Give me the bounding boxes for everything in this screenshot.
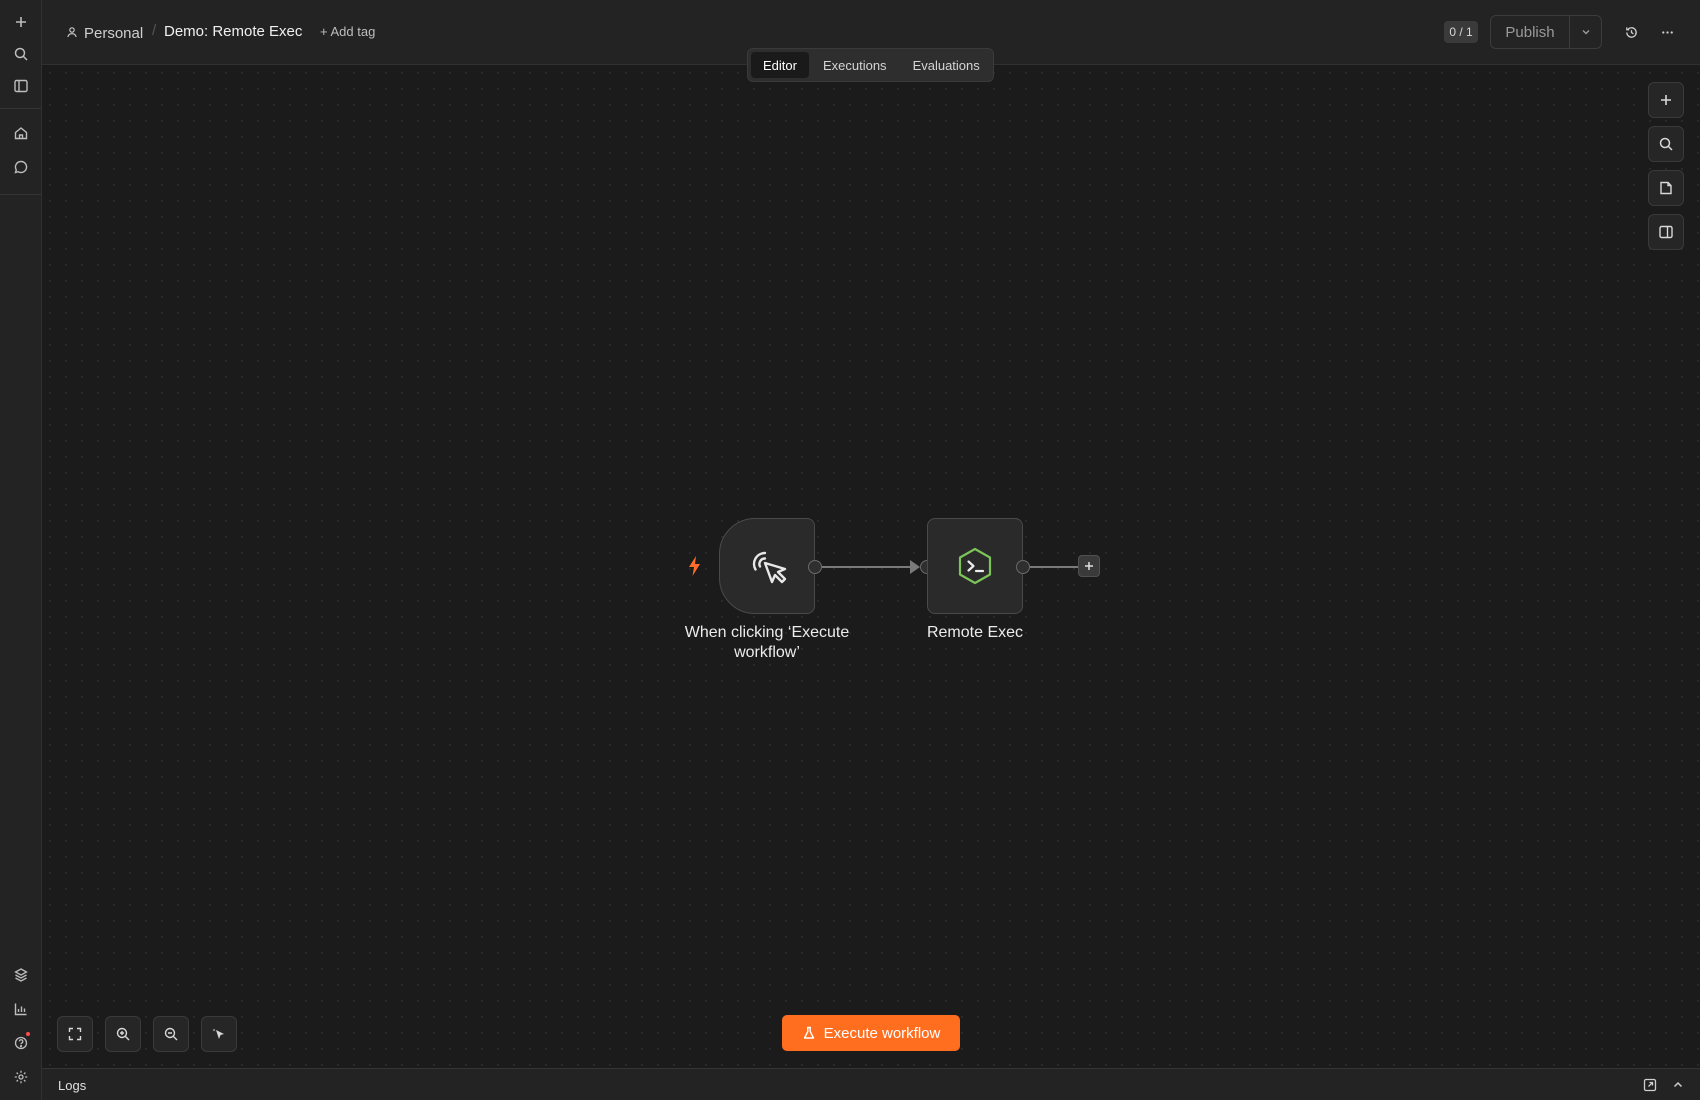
execute-workflow-label: Execute workflow (823, 1024, 941, 1042)
zoom-out-icon (164, 1027, 178, 1041)
search-nodes-button[interactable] (1648, 126, 1684, 162)
chevron-down-icon (1582, 30, 1589, 35)
workflow-canvas[interactable]: When clicking ‘Execute workflow’ Remote … (42, 65, 1700, 1068)
add-next-node-button[interactable] (1078, 555, 1100, 577)
workflow-editor: Personal / Demo: Remote Exec + Add tag 0… (0, 0, 1700, 1100)
breadcrumb-project[interactable]: Personal (66, 21, 143, 45)
toggle-sidebar-icon[interactable] (6, 71, 35, 100)
active-counter-badge: 0 / 1 (1444, 21, 1478, 43)
sticky-note-icon (1660, 181, 1672, 195)
open-connection-line (1030, 566, 1078, 568)
connection-line[interactable] (822, 566, 918, 568)
help-icon[interactable] (6, 1028, 35, 1057)
flask-icon (803, 1026, 814, 1039)
settings-gear-icon[interactable] (6, 1062, 35, 1091)
node-label-trigger: When clicking ‘Execute workflow’ (684, 624, 850, 661)
publish-options-button[interactable] (1569, 16, 1601, 48)
templates-icon[interactable] (6, 960, 35, 989)
tab-evaluations[interactable]: Evaluations (901, 52, 992, 78)
execute-workflow-button[interactable]: Execute workflow (782, 1015, 960, 1051)
user-icon (66, 25, 78, 42)
search-icon (1659, 137, 1673, 151)
zoom-out-button[interactable] (153, 1016, 189, 1052)
magic-cursor-icon (212, 1028, 224, 1039)
view-tabs: Editor Executions Evaluations (747, 48, 994, 82)
toggle-panel-button[interactable] (1648, 214, 1684, 250)
trigger-bolt-icon (686, 555, 704, 582)
project-name: Personal (84, 24, 144, 42)
chevron-up-icon[interactable] (1670, 1077, 1686, 1093)
pop-out-icon[interactable] (1642, 1077, 1658, 1093)
chat-icon[interactable] (6, 152, 35, 181)
node-remote-exec[interactable] (927, 518, 1023, 614)
node-label-exec: Remote Exec (926, 624, 1024, 641)
panel-right-icon (1659, 225, 1673, 239)
tab-editor[interactable]: Editor (751, 52, 809, 78)
logs-panel-bar[interactable]: Logs (42, 1068, 1700, 1100)
search-icon[interactable] (6, 39, 35, 68)
home-icon[interactable] (6, 118, 35, 147)
tab-executions[interactable]: Executions (811, 52, 899, 78)
create-icon[interactable] (6, 7, 35, 36)
cursor-click-icon (752, 551, 787, 584)
workflow-title[interactable]: Demo: Remote Exec (164, 23, 302, 40)
breadcrumb-separator: / (152, 22, 157, 39)
publish-button[interactable]: Publish (1491, 16, 1569, 48)
fullscreen-icon (68, 1027, 82, 1041)
logs-title: Logs (58, 1078, 87, 1093)
plus-icon (1085, 562, 1093, 570)
fit-view-button[interactable] (57, 1016, 93, 1052)
tidy-up-button[interactable] (201, 1016, 237, 1052)
output-handle-exec[interactable] (1016, 560, 1030, 574)
zoom-in-icon (116, 1027, 130, 1041)
left-sidebar (0, 0, 42, 1100)
node-manual-trigger[interactable] (719, 518, 815, 614)
add-tag-button[interactable]: + Add tag (320, 24, 375, 39)
add-node-button[interactable] (1648, 82, 1684, 118)
publish-button-group: Publish (1490, 15, 1602, 49)
history-icon[interactable] (1619, 20, 1643, 44)
output-handle-trigger[interactable] (808, 560, 822, 574)
plus-icon (1661, 95, 1671, 105)
more-options-icon[interactable] (1655, 20, 1679, 44)
notification-dot (26, 1032, 30, 1036)
sticky-note-button[interactable] (1648, 170, 1684, 206)
insights-icon[interactable] (6, 994, 35, 1023)
terminal-hexagon-icon (958, 547, 992, 585)
zoom-in-button[interactable] (105, 1016, 141, 1052)
connection-arrow-icon (910, 560, 920, 574)
